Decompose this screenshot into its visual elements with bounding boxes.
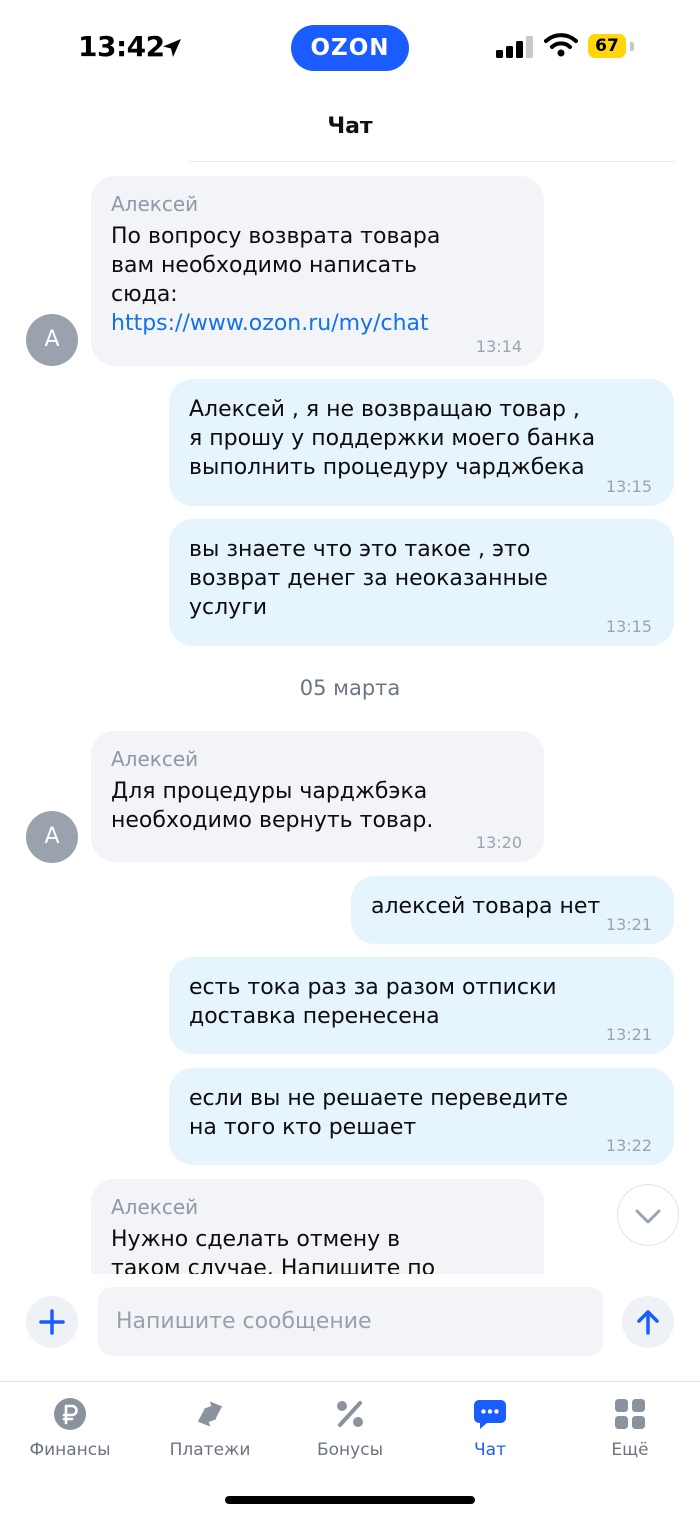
message-text: вы знаете что это такое , это возврат де… [189, 537, 548, 620]
tab-label: Платежи [169, 1440, 251, 1460]
tabbar-divider [0, 1381, 700, 1382]
tab-payments[interactable]: Платежи [140, 1392, 280, 1460]
transfer-arrows-icon [197, 1401, 223, 1427]
ruble-icon [54, 1398, 86, 1430]
message-text: есть тока раз за разом отписки доставка … [189, 975, 557, 1029]
message-input[interactable] [98, 1287, 603, 1356]
message-time: 13:21 [605, 915, 652, 934]
percent-icon [337, 1401, 363, 1427]
battery-tip [630, 42, 634, 51]
message-time: 13:22 [605, 1136, 652, 1155]
message-bubble-outgoing: если вы не решаете переведите на того кт… [169, 1068, 674, 1165]
attach-button[interactable] [26, 1296, 78, 1348]
scroll-to-bottom-button[interactable] [617, 1184, 679, 1246]
message-sender: Алексей [111, 1195, 199, 1219]
avatar[interactable]: А [26, 314, 78, 366]
message-bubble-outgoing: вы знаете что это такое , это возврат де… [169, 519, 674, 646]
plus-icon [39, 1309, 65, 1335]
send-button[interactable] [622, 1296, 674, 1348]
avatar[interactable]: А [26, 811, 78, 863]
message-bubble-incoming: Алексей Для процедуры чарджбэка необходи… [91, 731, 544, 862]
header-divider [190, 161, 675, 162]
message-time: 13:15 [605, 617, 652, 636]
tab-chat[interactable]: Чат [420, 1392, 560, 1460]
message-bubble-incoming: Алексей По вопросу возврата товара вам н… [91, 176, 544, 366]
message-bubble-outgoing: алексей товара нет 13:21 [351, 876, 674, 944]
tab-label: Бонусы [316, 1440, 383, 1460]
message-sender: Алексей [111, 192, 199, 216]
message-sender: Алексей [111, 747, 199, 771]
message-text: если вы не решаете переведите на того кт… [189, 1086, 568, 1140]
message-bubble-outgoing: есть тока раз за разом отписки доставка … [169, 957, 674, 1054]
chevron-down-icon [635, 1209, 661, 1224]
message-link[interactable]: https://www.ozon.ru/my/chat [111, 309, 524, 338]
tab-bonuses[interactable]: Бонусы [280, 1392, 420, 1460]
date-separator: 05 марта [299, 676, 401, 700]
tab-more[interactable]: Ещё [560, 1392, 700, 1460]
message-time: 13:21 [605, 1025, 652, 1044]
wifi-icon [544, 33, 578, 57]
message-time: 13:20 [475, 833, 522, 852]
tab-label: Чат [474, 1440, 506, 1460]
tab-label: Ещё [611, 1440, 649, 1460]
message-time: 13:14 [475, 337, 522, 356]
cellular-signal-icon [496, 36, 533, 58]
chat-bubble-icon [474, 1400, 506, 1429]
home-indicator [225, 1496, 475, 1504]
page-title: Чат [327, 114, 373, 139]
tab-label: Финансы [29, 1440, 111, 1460]
ozon-logo: OZON [291, 25, 409, 71]
message-bubble-outgoing: Алексей , я не возвращаю товар , я прошу… [169, 379, 674, 506]
message-text: По вопросу возврата товара вам необходим… [111, 224, 441, 307]
message-text: Для процедуры чарджбэка необходимо верну… [111, 779, 434, 833]
message-time: 13:15 [605, 477, 652, 496]
arrow-up-icon [637, 1310, 659, 1335]
grid-icon [615, 1399, 645, 1429]
tab-finances[interactable]: Финансы [0, 1392, 140, 1460]
message-text: Алексей , я не возвращаю товар , я прошу… [189, 397, 596, 480]
battery-level: 67 [588, 34, 626, 58]
status-time: 13:42 [78, 30, 165, 63]
location-arrow-icon [163, 39, 181, 57]
